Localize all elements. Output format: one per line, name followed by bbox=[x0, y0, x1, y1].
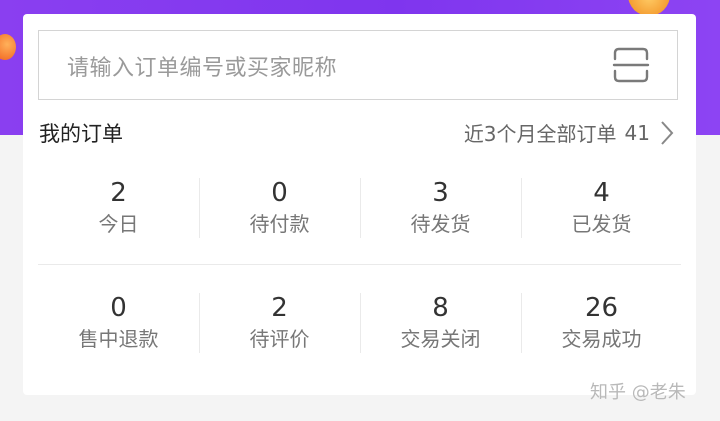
order-status-row-2: 0 售中退款 2 待评价 8 交易关闭 26 交易成功 bbox=[38, 293, 682, 357]
stat-pending-review[interactable]: 2 待评价 bbox=[199, 293, 360, 357]
stat-closed[interactable]: 8 交易关闭 bbox=[360, 293, 521, 357]
stat-refund-in-progress[interactable]: 0 售中退款 bbox=[38, 293, 199, 357]
stat-label: 待发货 bbox=[410, 212, 471, 236]
chevron-right-icon bbox=[661, 120, 674, 145]
stat-label: 售中退款 bbox=[78, 327, 159, 351]
stat-pending-shipment[interactable]: 3 待发货 bbox=[360, 178, 521, 242]
orders-card: 请输入订单编号或买家昵称 我的订单 近3个月全部订单 41 2 今日 0 待付款… bbox=[23, 14, 696, 395]
stat-completed[interactable]: 26 交易成功 bbox=[521, 293, 682, 357]
stat-value: 2 bbox=[110, 178, 127, 208]
stat-shipped[interactable]: 4 已发货 bbox=[521, 178, 682, 242]
stat-value: 0 bbox=[271, 178, 288, 208]
all-orders-link[interactable]: 近3个月全部订单 41 bbox=[464, 118, 674, 147]
watermark-text: 知乎 @老朱 bbox=[590, 382, 686, 403]
stat-label: 交易关闭 bbox=[400, 327, 481, 351]
search-placeholder: 请输入订单编号或买家昵称 bbox=[67, 56, 338, 81]
stat-label: 待付款 bbox=[249, 212, 310, 236]
stat-label: 今日 bbox=[98, 212, 139, 236]
stat-label: 交易成功 bbox=[561, 327, 642, 351]
stat-today[interactable]: 2 今日 bbox=[38, 178, 199, 242]
stat-value: 8 bbox=[432, 293, 449, 323]
scan-icon[interactable] bbox=[611, 46, 651, 84]
all-orders-label: 近3个月全部订单 bbox=[463, 122, 617, 146]
all-orders-count: 41 bbox=[624, 120, 650, 145]
stat-label: 已发货 bbox=[571, 212, 632, 236]
stat-value: 4 bbox=[593, 178, 610, 208]
stat-value: 0 bbox=[110, 293, 127, 323]
stat-value: 3 bbox=[432, 178, 449, 208]
stat-label: 待评价 bbox=[249, 327, 310, 351]
stat-value: 2 bbox=[271, 293, 288, 323]
order-status-row-1: 2 今日 0 待付款 3 待发货 4 已发货 bbox=[38, 178, 682, 242]
my-orders-title: 我的订单 bbox=[39, 122, 123, 146]
row-divider bbox=[38, 264, 681, 265]
stat-pending-payment[interactable]: 0 待付款 bbox=[199, 178, 360, 242]
order-search-input[interactable]: 请输入订单编号或买家昵称 bbox=[38, 30, 678, 100]
stat-value: 26 bbox=[584, 293, 619, 323]
